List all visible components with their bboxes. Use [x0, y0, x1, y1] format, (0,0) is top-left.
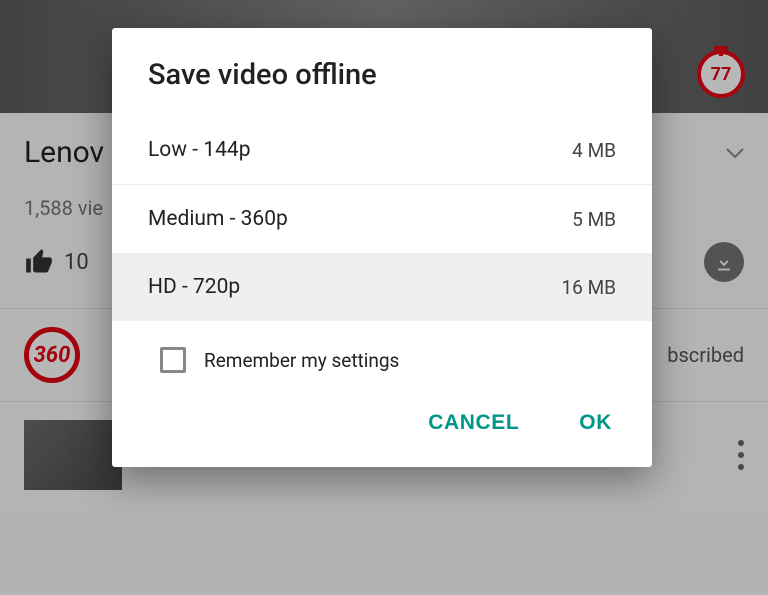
quality-size: 5 MB — [572, 208, 616, 231]
dialog-actions: CANCEL OK — [112, 403, 652, 467]
dialog-title: Save video offline — [112, 28, 652, 116]
quality-label: HD - 720p — [148, 275, 240, 299]
quality-size: 4 MB — [572, 139, 616, 162]
remember-checkbox[interactable] — [160, 347, 186, 373]
quality-option-hd[interactable]: HD - 720p 16 MB — [112, 253, 652, 321]
save-offline-dialog: Save video offline Low - 144p 4 MB Mediu… — [112, 28, 652, 467]
quality-option-medium[interactable]: Medium - 360p 5 MB — [112, 185, 652, 253]
quality-label: Medium - 360p — [148, 207, 288, 231]
ok-button[interactable]: OK — [579, 411, 612, 435]
quality-option-low[interactable]: Low - 144p 4 MB — [112, 116, 652, 185]
remember-label: Remember my settings — [204, 349, 399, 372]
quality-label: Low - 144p — [148, 138, 251, 162]
remember-settings-row[interactable]: Remember my settings — [112, 321, 652, 403]
cancel-button[interactable]: CANCEL — [428, 411, 519, 435]
quality-size: 16 MB — [562, 276, 617, 299]
